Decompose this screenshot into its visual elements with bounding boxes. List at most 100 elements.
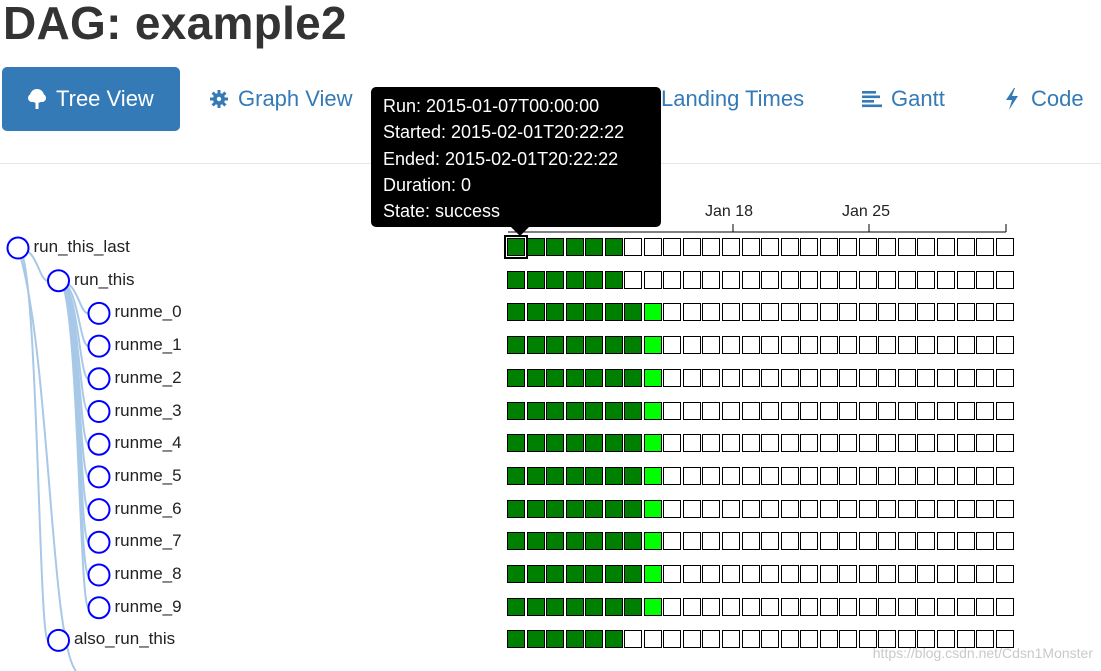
task-instance-cell[interactable]	[624, 336, 643, 355]
task-instance-cell[interactable]	[585, 466, 604, 485]
task-instance-cell[interactable]	[604, 303, 623, 322]
task-instance-cell[interactable]	[526, 499, 545, 518]
task-instance-cell[interactable]	[937, 565, 956, 583]
task-instance-cell[interactable]	[663, 532, 682, 551]
task-instance-cell[interactable]	[839, 597, 858, 616]
task-instance-cell[interactable]	[761, 336, 780, 355]
task-instance-cell[interactable]	[722, 368, 741, 387]
task-instance-cell[interactable]	[663, 597, 682, 616]
task-instance-cell[interactable]	[546, 401, 565, 420]
task-instance-cell[interactable]	[995, 368, 1014, 387]
task-instance-cell[interactable]	[878, 238, 897, 256]
task-instance-cell[interactable]	[878, 303, 897, 322]
task-instance-cell[interactable]	[917, 597, 936, 616]
task-instance-cell[interactable]	[702, 532, 721, 551]
task-instance-cell[interactable]	[800, 303, 819, 322]
task-instance-cell[interactable]	[897, 336, 916, 355]
task-instance-cell[interactable]	[800, 368, 819, 387]
task-instance-cell[interactable]	[585, 499, 604, 518]
task-instance-cell[interactable]	[800, 597, 819, 616]
task-instance-cell[interactable]	[839, 336, 858, 355]
task-instance-cell[interactable]	[624, 303, 643, 322]
task-instance-cell[interactable]	[780, 597, 799, 616]
task-instance-cell[interactable]	[682, 401, 701, 420]
task-instance-cell[interactable]	[858, 336, 877, 355]
task-instance-cell[interactable]	[761, 532, 780, 551]
task-label[interactable]: runme_9	[115, 597, 182, 617]
task-instance-cell[interactable]	[917, 532, 936, 551]
task-instance-cell[interactable]	[917, 466, 936, 485]
task-instance-cell[interactable]	[976, 499, 995, 518]
task-instance-cell[interactable]	[722, 401, 741, 420]
task-instance-cell[interactable]	[702, 368, 721, 387]
task-instance-cell[interactable]	[624, 499, 643, 518]
task-instance-cell[interactable]	[604, 466, 623, 485]
task-instance-cell[interactable]	[643, 532, 662, 551]
task-instance-cell[interactable]	[507, 336, 525, 355]
task-instance-cell[interactable]	[682, 238, 701, 256]
task-instance-cell[interactable]	[937, 270, 956, 289]
task-instance-cell[interactable]	[995, 466, 1014, 485]
task-instance-cell[interactable]	[663, 434, 682, 453]
task-instance-cell[interactable]	[858, 565, 877, 583]
task-instance-cell[interactable]	[858, 532, 877, 551]
task-node[interactable]	[47, 628, 70, 652]
task-label[interactable]: runme_8	[115, 564, 182, 584]
task-node[interactable]	[87, 563, 111, 587]
task-instance-cell[interactable]	[995, 238, 1014, 256]
task-label[interactable]: run_this_last	[34, 237, 130, 257]
task-instance-cell[interactable]	[800, 434, 819, 453]
task-instance-cell[interactable]	[937, 597, 956, 616]
task-instance-cell[interactable]	[546, 597, 565, 616]
task-instance-cell[interactable]	[937, 368, 956, 387]
task-instance-cell[interactable]	[507, 499, 525, 518]
task-instance-cell[interactable]	[956, 597, 975, 616]
task-instance-cell[interactable]	[976, 597, 995, 616]
task-instance-cell[interactable]	[663, 303, 682, 322]
task-instance-cell[interactable]	[917, 303, 936, 322]
task-instance-cell[interactable]	[565, 336, 584, 355]
task-instance-cell[interactable]	[897, 597, 916, 616]
task-instance-cell[interactable]	[976, 238, 995, 256]
task-instance-cell[interactable]	[819, 466, 838, 485]
task-label[interactable]: run_this	[74, 270, 134, 290]
task-instance-cell[interactable]	[897, 238, 916, 256]
task-instance-cell[interactable]	[800, 565, 819, 583]
task-instance-cell[interactable]	[565, 238, 584, 256]
task-instance-cell[interactable]	[643, 434, 662, 453]
task-instance-cell[interactable]	[663, 238, 682, 256]
task-instance-cell[interactable]	[800, 532, 819, 551]
task-instance-cell[interactable]	[878, 597, 897, 616]
task-instance-cell[interactable]	[800, 466, 819, 485]
task-instance-cell[interactable]	[585, 630, 604, 649]
task-instance-cell[interactable]	[702, 238, 721, 256]
task-instance-cell[interactable]	[663, 368, 682, 387]
task-instance-cell[interactable]	[546, 336, 565, 355]
task-instance-cell[interactable]	[800, 499, 819, 518]
task-instance-cell[interactable]	[702, 336, 721, 355]
task-instance-cell[interactable]	[956, 499, 975, 518]
task-instance-cell[interactable]	[741, 466, 760, 485]
task-instance-cell[interactable]	[722, 336, 741, 355]
task-instance-cell[interactable]	[585, 401, 604, 420]
task-instance-cell[interactable]	[937, 401, 956, 420]
task-instance-cell[interactable]	[937, 499, 956, 518]
task-instance-cell[interactable]	[819, 434, 838, 453]
task-instance-cell[interactable]	[897, 532, 916, 551]
task-instance-cell[interactable]	[702, 466, 721, 485]
task-node[interactable]	[47, 269, 70, 293]
task-instance-cell[interactable]	[741, 238, 760, 256]
task-instance-cell[interactable]	[780, 630, 799, 649]
task-label[interactable]: runme_3	[115, 401, 182, 421]
task-instance-cell[interactable]	[780, 368, 799, 387]
task-instance-cell[interactable]	[839, 630, 858, 649]
task-node[interactable]	[87, 432, 111, 456]
task-instance-cell[interactable]	[507, 401, 525, 420]
task-instance-cell[interactable]	[839, 270, 858, 289]
task-instance-cell[interactable]	[897, 401, 916, 420]
task-instance-cell[interactable]	[604, 597, 623, 616]
task-instance-cell[interactable]	[937, 466, 956, 485]
task-instance-cell[interactable]	[956, 434, 975, 453]
task-instance-cell[interactable]	[585, 368, 604, 387]
task-instance-cell[interactable]	[565, 303, 584, 322]
